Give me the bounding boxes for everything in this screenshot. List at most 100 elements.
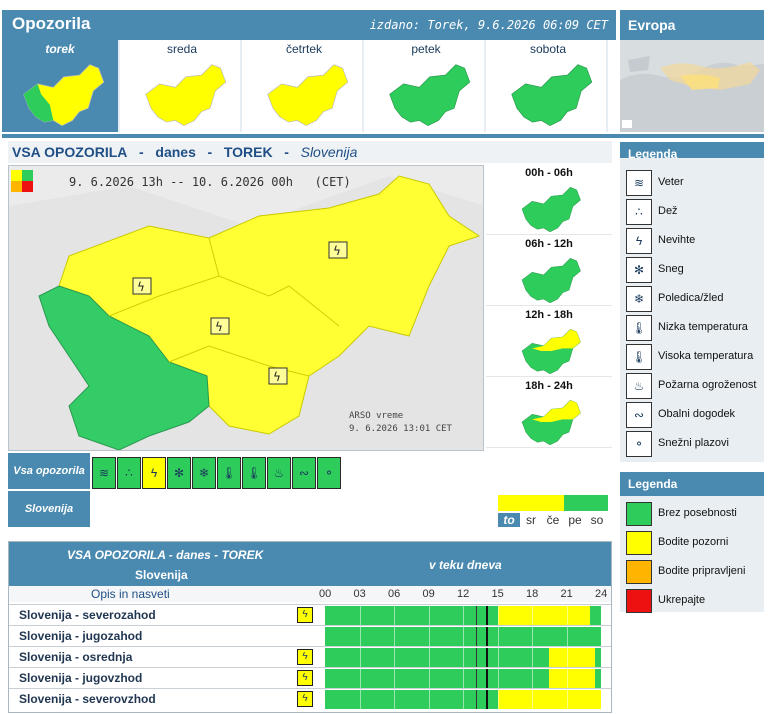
event-filter-row: Vsa opozorila ≋ ∴ ϟ ✻ ❄ 🌡 🌡 ♨ ∾ ⚬ <box>8 453 612 489</box>
description-link[interactable]: Opis in nasveti <box>91 587 170 601</box>
heading-region: Slovenija <box>300 144 358 160</box>
grid-line <box>428 648 430 667</box>
europe-header[interactable]: Evropa <box>620 10 764 40</box>
day-tab-4[interactable]: sobota <box>490 40 608 132</box>
during-day-label: v teku dneva <box>429 558 502 572</box>
hour-label: 06 <box>388 588 401 600</box>
day-tab-label: petek <box>411 42 441 56</box>
timeline-panel: VSA OPOZORILA - danes - TOREK Slovenija … <box>8 541 612 713</box>
europe-label[interactable]: Evropa <box>628 17 675 33</box>
rain-icon[interactable]: ∴ <box>117 457 141 489</box>
coastal-icon[interactable]: ∾ <box>292 457 316 489</box>
legend-item: 🌡 Visoka temperatura <box>626 344 766 370</box>
timeline-row[interactable]: Slovenija - osrednja ϟ <box>9 646 611 667</box>
legend-symbol-icon: ϟ <box>626 228 652 254</box>
grid-line <box>428 690 430 709</box>
level-label: Brez posebnosti <box>658 507 737 519</box>
fire-icon[interactable]: ♨ <box>267 457 291 489</box>
day-abbr[interactable]: če <box>542 513 564 527</box>
now-marker-secondary <box>476 648 477 667</box>
time-slot-label: 06h - 12h <box>525 238 573 250</box>
day-tab-3[interactable]: petek <box>368 40 486 132</box>
grid-line <box>394 627 395 646</box>
level-item: Bodite pozorni <box>626 531 766 557</box>
day-tab-label: sobota <box>529 42 567 56</box>
grid-line <box>428 669 430 688</box>
hour-label: 09 <box>422 588 435 600</box>
timeline-yellow-bar <box>497 606 590 625</box>
grid-line <box>566 648 568 667</box>
day-abbr[interactable]: pe <box>564 513 586 527</box>
legend-label: Nevihte <box>658 234 696 246</box>
region-row: Slovenija to sr če pe so <box>8 491 612 527</box>
low-temp-icon[interactable]: 🌡 <box>217 457 241 489</box>
legend-item: ∴ Dež <box>626 199 766 225</box>
legend-symbol-icon: ≋ <box>626 170 652 196</box>
slovenia-warning-map[interactable]: ϟ ϟ ϟ ϟ 9. 6.2026 13h -- 10. 6.2026 00h (CE… <box>8 165 484 451</box>
high-temp-icon[interactable]: 🌡 <box>242 457 266 489</box>
wind-icon[interactable]: ≋ <box>92 457 116 489</box>
stamp-line1: ARSO vreme <box>349 411 404 421</box>
level-label: Bodite pripravljeni <box>658 565 746 577</box>
time-slot-label: 12h - 18h <box>525 309 573 321</box>
now-marker-secondary <box>476 627 477 646</box>
timeline-row[interactable]: Slovenija - jugovzhod ϟ <box>9 667 611 688</box>
time-slot-label: 18h - 24h <box>525 380 573 392</box>
legend-symbol-icon: ✻ <box>626 257 652 283</box>
grid-line <box>532 669 533 688</box>
grid-line <box>428 627 430 646</box>
svg-text:ϟ: ϟ <box>333 244 341 258</box>
timeline-yellow-bar <box>549 669 596 688</box>
now-marker-secondary <box>476 690 477 709</box>
timeline-region: Slovenija <box>135 568 188 582</box>
time-slot-label: 00h - 06h <box>525 167 573 179</box>
legend-label: Nizka temperatura <box>658 321 748 333</box>
day-tab-2[interactable]: četrtek <box>246 40 364 132</box>
thunderstorm-icon[interactable]: ϟ <box>142 457 166 489</box>
time-slot-map-2[interactable]: 12h - 18h <box>486 307 612 377</box>
level-label: Bodite pozorni <box>658 536 729 548</box>
timeline-title: VSA OPOZORILA - danes - TOREK <box>67 548 264 562</box>
day-tabs: torek sreda četrtek petek sobota <box>2 40 616 132</box>
now-marker <box>486 648 488 667</box>
timeline-row[interactable]: Slovenija - severozahod ϟ <box>9 604 611 625</box>
ice-icon[interactable]: ❄ <box>192 457 216 489</box>
heading-all: VSA OPOZORILA <box>12 144 128 160</box>
region-label[interactable]: Slovenija <box>8 491 90 527</box>
hour-label: 00 <box>319 588 332 600</box>
time-slot-map-3[interactable]: 18h - 24h <box>486 378 612 448</box>
grid-line <box>532 606 533 625</box>
legend-label: Dež <box>658 205 678 217</box>
level-swatch <box>626 502 652 526</box>
hour-label: 03 <box>353 588 366 600</box>
snow-icon[interactable]: ✻ <box>167 457 191 489</box>
day-abbr[interactable]: sr <box>520 513 542 527</box>
hour-label: 12 <box>457 588 470 600</box>
day-abbr[interactable]: so <box>586 513 608 527</box>
legend-symbol-icon: ∾ <box>626 402 652 428</box>
day-level-bar <box>520 495 542 511</box>
now-marker-secondary <box>476 606 477 625</box>
day-abbr[interactable]: to <box>498 513 520 527</box>
grid-line <box>428 606 430 625</box>
legend-label: Veter <box>658 176 684 188</box>
legend-symbol-icon: ∴ <box>626 199 652 225</box>
time-slot-map-1[interactable]: 06h - 12h <box>486 236 612 306</box>
timeline-row[interactable]: Slovenija - severovzhod ϟ <box>9 688 611 709</box>
avalanche-icon[interactable]: ⚬ <box>317 457 341 489</box>
now-marker <box>486 606 488 625</box>
legend-item: ≋ Veter <box>626 170 766 196</box>
level-swatch <box>626 531 652 555</box>
day-tab-1[interactable]: sreda <box>124 40 242 132</box>
grid-line <box>394 648 395 667</box>
grid-line <box>359 627 361 646</box>
day-tab-0[interactable]: torek <box>2 40 120 132</box>
timeline-row[interactable]: Slovenija - jugozahod <box>9 625 611 646</box>
grid-line <box>359 669 361 688</box>
level-swatch <box>626 589 652 613</box>
thunderstorm-icon: ϟ <box>297 691 313 707</box>
time-slot-map-0[interactable]: 00h - 06h <box>486 165 612 235</box>
europe-map[interactable] <box>620 40 764 132</box>
grid-line <box>359 606 361 625</box>
level-item: Bodite pripravljeni <box>626 560 766 586</box>
